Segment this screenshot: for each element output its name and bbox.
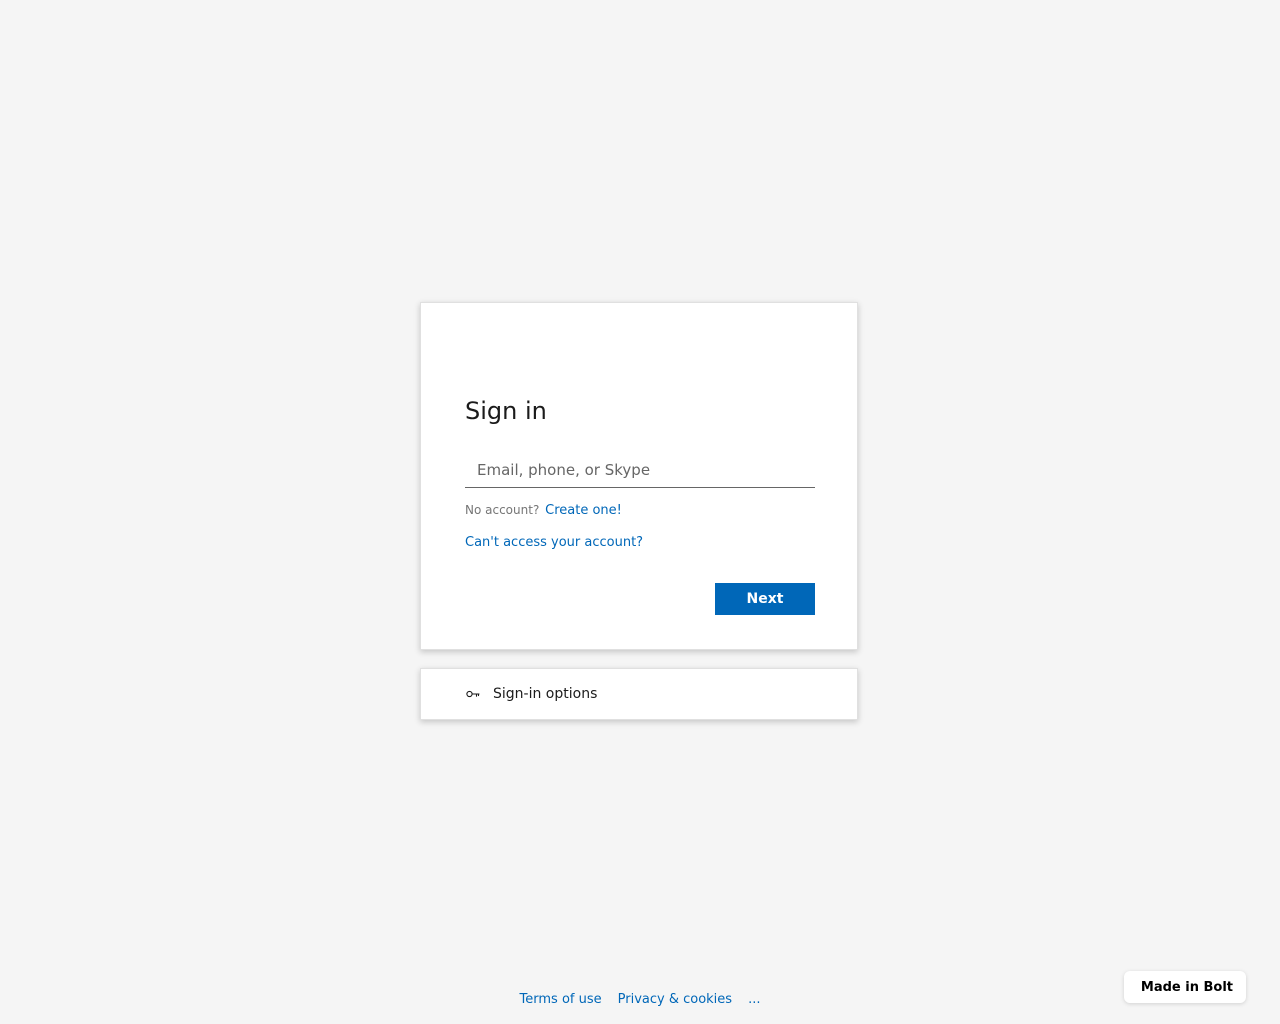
next-button[interactable]: Next	[715, 583, 815, 615]
signin-options-button[interactable]: Sign-in options	[420, 668, 858, 720]
no-account-row: No account? Create one!	[465, 503, 622, 518]
key-icon	[465, 686, 481, 702]
made-in-bolt-label: Made in Bolt	[1140, 979, 1233, 995]
signin-card: Sign in No account? Create one! Can't ac…	[420, 302, 858, 650]
more-options-button[interactable]: ...	[748, 992, 760, 1007]
create-account-link[interactable]: Create one!	[545, 503, 622, 518]
made-in-bolt-badge[interactable]: Made in Bolt	[1124, 971, 1246, 1003]
privacy-link[interactable]: Privacy & cookies	[618, 992, 732, 1007]
email-field-wrapper	[465, 453, 815, 488]
no-account-label: No account?	[465, 503, 540, 517]
page: Sign in No account? Create one! Can't ac…	[0, 0, 1280, 1024]
footer: Terms of use Privacy & cookies ...	[0, 992, 1280, 1007]
logo-placeholder	[465, 347, 573, 371]
page-title: Sign in	[465, 397, 547, 425]
email-field[interactable]	[465, 453, 815, 487]
signin-options-label: Sign-in options	[493, 686, 598, 702]
terms-link[interactable]: Terms of use	[520, 992, 602, 1007]
cant-access-link[interactable]: Can't access your account?	[465, 535, 643, 550]
